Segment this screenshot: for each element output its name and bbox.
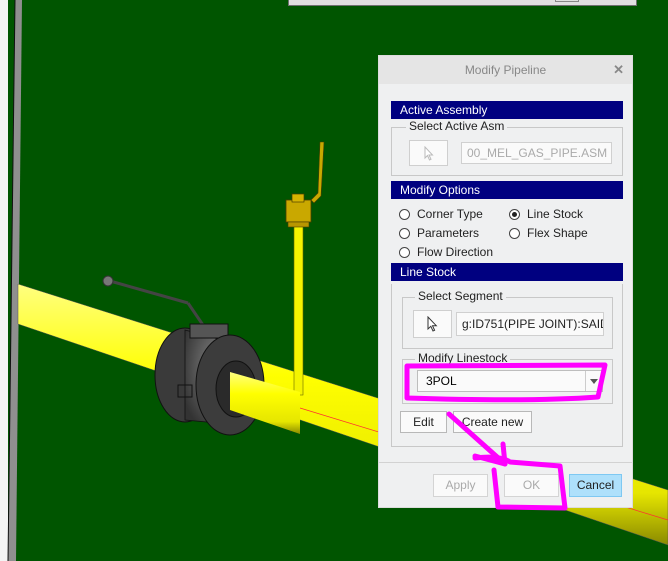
radio-line-stock[interactable]: Line Stock (509, 207, 583, 221)
select-asm-picker-button[interactable] (409, 140, 448, 166)
radio-label: Parameters (417, 226, 480, 240)
ok-button[interactable]: OK (504, 474, 559, 497)
cursor-arrow-icon (424, 145, 434, 161)
cursor-arrow-icon (427, 316, 438, 332)
select-segment-group: Select Segment g:ID751(PIPE JOINT):SAIDA (402, 289, 613, 349)
footer-separator (379, 462, 632, 463)
edit-button[interactable]: Edit (400, 411, 447, 433)
radio-label: Corner Type (417, 207, 483, 221)
active-asm-field[interactable]: 00_MEL_GAS_PIPE.ASM (461, 142, 612, 164)
linestock-selected-value: 3POL (426, 374, 457, 388)
apply-button[interactable]: Apply (433, 474, 488, 497)
modify-pipeline-dialog: Modify Pipeline ✕ Active Assembly Select… (378, 55, 633, 508)
select-active-asm-label: Select Active Asm (406, 119, 508, 133)
radio-label: Line Stock (527, 207, 584, 221)
linestock-dropdown[interactable]: 3POL (417, 370, 603, 392)
radio-label: Flow Direction (417, 245, 494, 259)
active-assembly-header: Active Assembly (391, 101, 623, 119)
close-icon[interactable]: ✕ (613, 62, 624, 78)
branch-pipe (293, 221, 304, 396)
radio-label: Flex Shape (527, 226, 588, 240)
radio-corner-type[interactable]: Corner Type (399, 207, 483, 221)
segment-field[interactable]: g:ID751(PIPE JOINT):SAIDA (456, 312, 604, 336)
line-stock-panel: Select Segment g:ID751(PIPE JOINT):SAIDA… (391, 284, 623, 447)
select-active-asm-group: Select Active Asm 00_MEL_GAS_PIPE.ASM (391, 119, 623, 176)
small-brass-valve (285, 141, 325, 228)
modify-linestock-group: Modify Linestock 3POL (402, 351, 613, 404)
chevron-down-icon (585, 371, 602, 391)
radio-parameters[interactable]: Parameters (399, 226, 479, 240)
select-segment-label: Select Segment (415, 289, 506, 303)
line-stock-header: Line Stock (391, 263, 623, 281)
modify-options-header: Modify Options (391, 181, 623, 199)
radio-flow-direction[interactable]: Flow Direction (399, 245, 493, 259)
modify-linestock-label: Modify Linestock (415, 351, 511, 365)
dialog-title: Modify Pipeline (464, 63, 547, 77)
create-new-button[interactable]: Create new (453, 411, 532, 433)
cancel-button[interactable]: Cancel (569, 474, 622, 497)
select-segment-picker-button[interactable] (413, 310, 452, 338)
radio-flex-shape[interactable]: Flex Shape (509, 226, 588, 240)
dialog-titlebar[interactable]: Modify Pipeline ✕ (379, 56, 632, 84)
